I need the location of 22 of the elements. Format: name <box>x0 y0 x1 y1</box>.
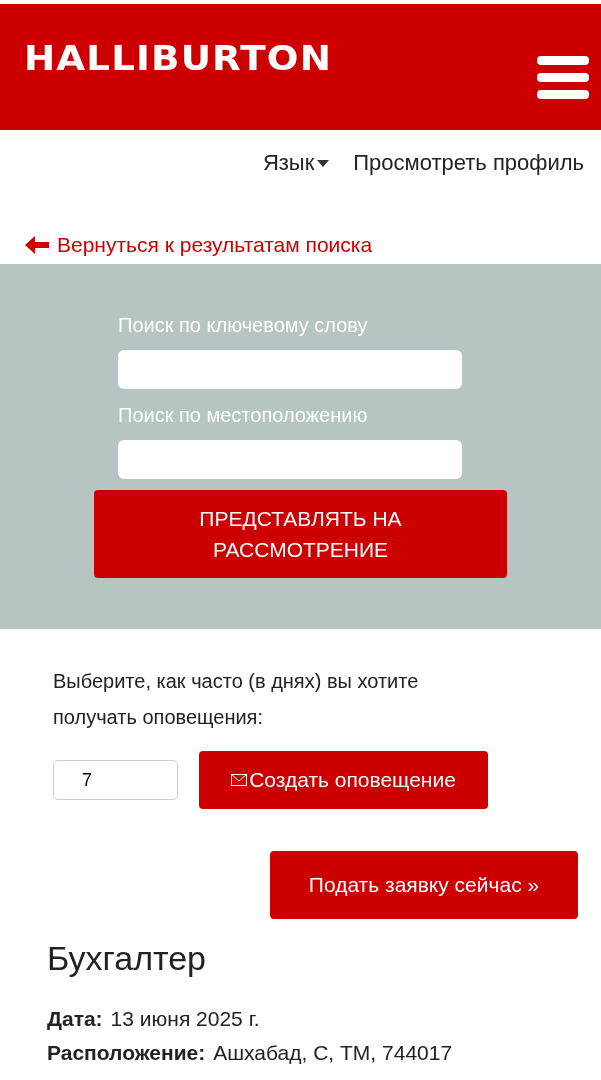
create-alert-button[interactable]: Создать оповещение <box>199 751 488 809</box>
location-label: Поиск по местоположению <box>118 404 369 428</box>
submit-button[interactable]: ПРЕДСТАВЛЯТЬ НА РАССМОТРЕНИЕ <box>94 490 507 578</box>
location-field[interactable] <box>118 440 462 479</box>
language-dropdown[interactable]: Язык <box>262 150 330 176</box>
apply-button[interactable]: Подать заявку сейчас » <box>270 851 578 919</box>
logo[interactable]: HALLIBURTON <box>24 39 332 78</box>
detail-value: 13 июня 2025 г. <box>110 1006 260 1031</box>
arrow-left-icon <box>25 236 49 254</box>
menu-icon[interactable] <box>537 56 589 100</box>
envelope-icon <box>231 774 248 786</box>
keyword-field[interactable] <box>118 350 462 389</box>
days-field[interactable]: 7 <box>53 760 178 800</box>
detail-label: Дата: <box>47 1006 103 1031</box>
job-title: Бухгалтер <box>47 939 207 978</box>
alert-prompt: Выберите, как часто (в днях) вы хотите получать оповещения: <box>53 669 420 730</box>
back-link[interactable]: Вернуться к результатам поиска <box>25 232 373 258</box>
keyword-label: Поиск по ключевому слову <box>118 314 369 338</box>
caret-icon <box>317 159 330 167</box>
detail-value: Ашхабад, С, ТМ, 744017 <box>213 1040 453 1065</box>
profile-link[interactable]: Просмотреть профиль <box>353 150 584 176</box>
detail-label: Расположение: <box>47 1040 206 1065</box>
